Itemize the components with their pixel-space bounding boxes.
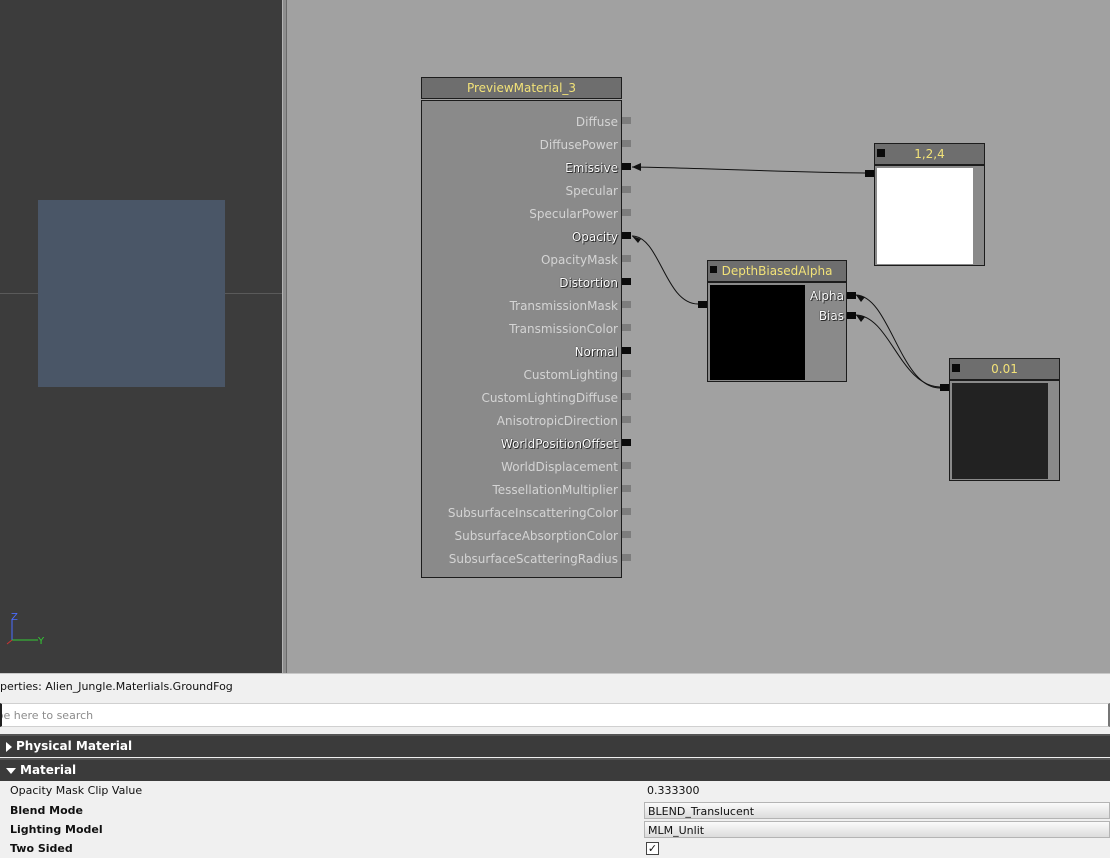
row-two-sided: Two Sided ✓ [0,839,1110,858]
properties-search-input[interactable] [0,703,1110,727]
material-input-label: WorldPositionOffset [500,437,618,451]
material-input-pin[interactable] [622,393,631,400]
material-input-pin[interactable] [622,163,631,170]
material-node-body[interactable]: Diffuse DiffusePower Emissive Specular Specu… [421,100,622,578]
constant-node-collapse-icon[interactable] [952,364,960,372]
category-label: Physical Material [16,739,133,753]
row-lighting-model: Lighting Model MLM_Unlit [0,820,1110,839]
material-input-label: TransmissionMask [509,299,618,313]
property-name: Blend Mode [10,804,83,817]
material-input-pin[interactable] [622,416,631,423]
material-input-pin[interactable] [622,439,631,446]
material-input-label: CustomLightingDiffuse [481,391,618,405]
depth-biased-input-bias: Bias [818,309,844,323]
material-input-label: TransmissionColor [509,322,618,336]
material-input-pin[interactable] [622,278,631,285]
depth-biased-output-pin[interactable] [698,301,707,308]
lighting-model-dropdown[interactable]: MLM_Unlit [644,821,1110,838]
material-input-pin[interactable] [622,554,631,561]
depth-biased-preview [710,285,805,380]
constant-node-preview [952,383,1048,479]
material-input-label: Specular [565,184,618,198]
material-input-pin[interactable] [622,462,631,469]
material-input-pin[interactable] [622,255,631,262]
row-opacity-mask-clip: Opacity Mask Clip Value 0.333300 [0,781,1110,800]
axis-z-label: Z [11,612,18,623]
material-input-label: OpacityMask [540,253,618,267]
material-input-pin[interactable] [622,209,631,216]
material-input-pin[interactable] [622,186,631,193]
material-input-pin[interactable] [622,531,631,538]
depth-biased-node-body[interactable]: Alpha Bias [707,282,847,382]
two-sided-checkbox[interactable]: ✓ [646,842,659,855]
preview-viewport[interactable]: Z Y [0,0,282,673]
properties-panel: perties: Alien_Jungle.Materlials.GroundF… [0,673,1110,858]
category-label: Material [20,763,77,777]
material-input-label: WorldDisplacement [501,460,618,474]
material-input-pin[interactable] [622,324,631,331]
material-input-label: Emissive [565,161,618,175]
material-input-label: Diffuse [575,115,618,129]
material-input-pin[interactable] [622,508,631,515]
vector-node-title[interactable]: 1,2,4 [874,143,985,165]
depth-biased-bias-pin[interactable] [847,312,856,319]
vector-node-collapse-icon[interactable] [877,149,885,157]
material-input-label: SubsurfaceInscatteringColor [447,506,618,520]
material-input-label: CustomLighting [523,368,618,382]
depth-biased-input-alpha: Alpha [809,289,844,303]
material-input-label: TessellationMultiplier [492,483,618,497]
preview-mesh [38,200,225,387]
material-input-label: Opacity [571,230,618,244]
constant-node-body[interactable] [949,380,1060,481]
material-input-pin[interactable] [622,117,631,124]
property-name: Opacity Mask Clip Value [10,784,143,797]
material-input-label: SpecularPower [529,207,618,221]
property-name: Two Sided [10,842,73,855]
vector-node-body[interactable] [874,165,985,266]
depth-biased-node-title[interactable]: DepthBiasedAlpha [707,260,847,282]
blend-mode-dropdown[interactable]: BLEND_Translucent [644,802,1110,819]
material-input-pin[interactable] [622,485,631,492]
material-input-label: DiffusePower [539,138,618,152]
depth-biased-alpha-pin[interactable] [847,292,856,299]
material-input-label: Distortion [559,276,618,290]
row-blend-mode: Blend Mode BLEND_Translucent [0,801,1110,820]
material-input-pin[interactable] [622,232,631,239]
material-input-pin[interactable] [622,347,631,354]
category-physical-material[interactable]: Physical Material [0,734,1110,757]
material-input-pin[interactable] [622,370,631,377]
axis-gizmo-icon: Z Y [6,612,45,647]
material-input-label: SubsurfaceScatteringRadius [448,552,618,566]
axis-y-label: Y [37,636,45,647]
expand-arrow-icon[interactable] [6,741,12,752]
constant-node-output-pin[interactable] [940,384,949,391]
material-node-title[interactable]: PreviewMaterial_3 [421,77,622,99]
material-input-label: SubsurfaceAbsorptionColor [454,529,618,543]
material-input-pin[interactable] [622,140,631,147]
collapse-arrow-icon[interactable] [6,767,16,774]
constant-node-title[interactable]: 0.01 [949,358,1060,380]
material-input-pin[interactable] [622,301,631,308]
material-input-label: AnisotropicDirection [496,414,618,428]
material-graph-canvas[interactable] [287,0,1110,673]
properties-title: perties: Alien_Jungle.Materlials.GroundF… [0,680,233,693]
vector-node-output-pin[interactable] [865,170,874,177]
material-input-label: Normal [574,345,618,359]
depth-biased-collapse-icon[interactable] [710,266,717,273]
vector-node-preview [877,168,973,264]
category-material[interactable]: Material [0,758,1110,781]
opacity-mask-clip-field[interactable]: 0.333300 [644,782,1110,799]
property-name: Lighting Model [10,823,103,836]
